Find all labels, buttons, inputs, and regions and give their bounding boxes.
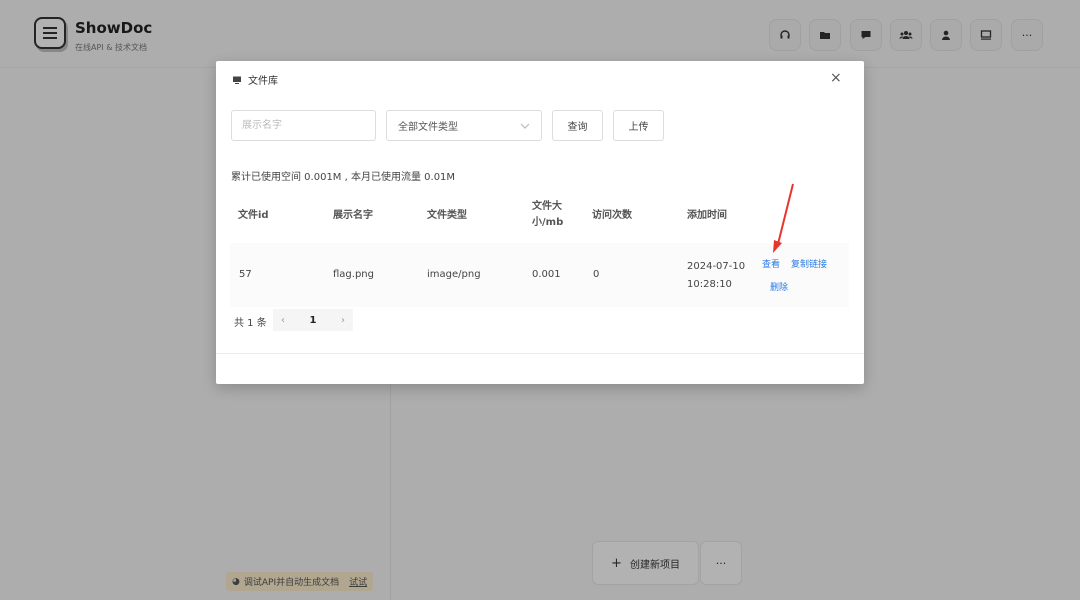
annotation-arrow-icon — [773, 183, 794, 253]
